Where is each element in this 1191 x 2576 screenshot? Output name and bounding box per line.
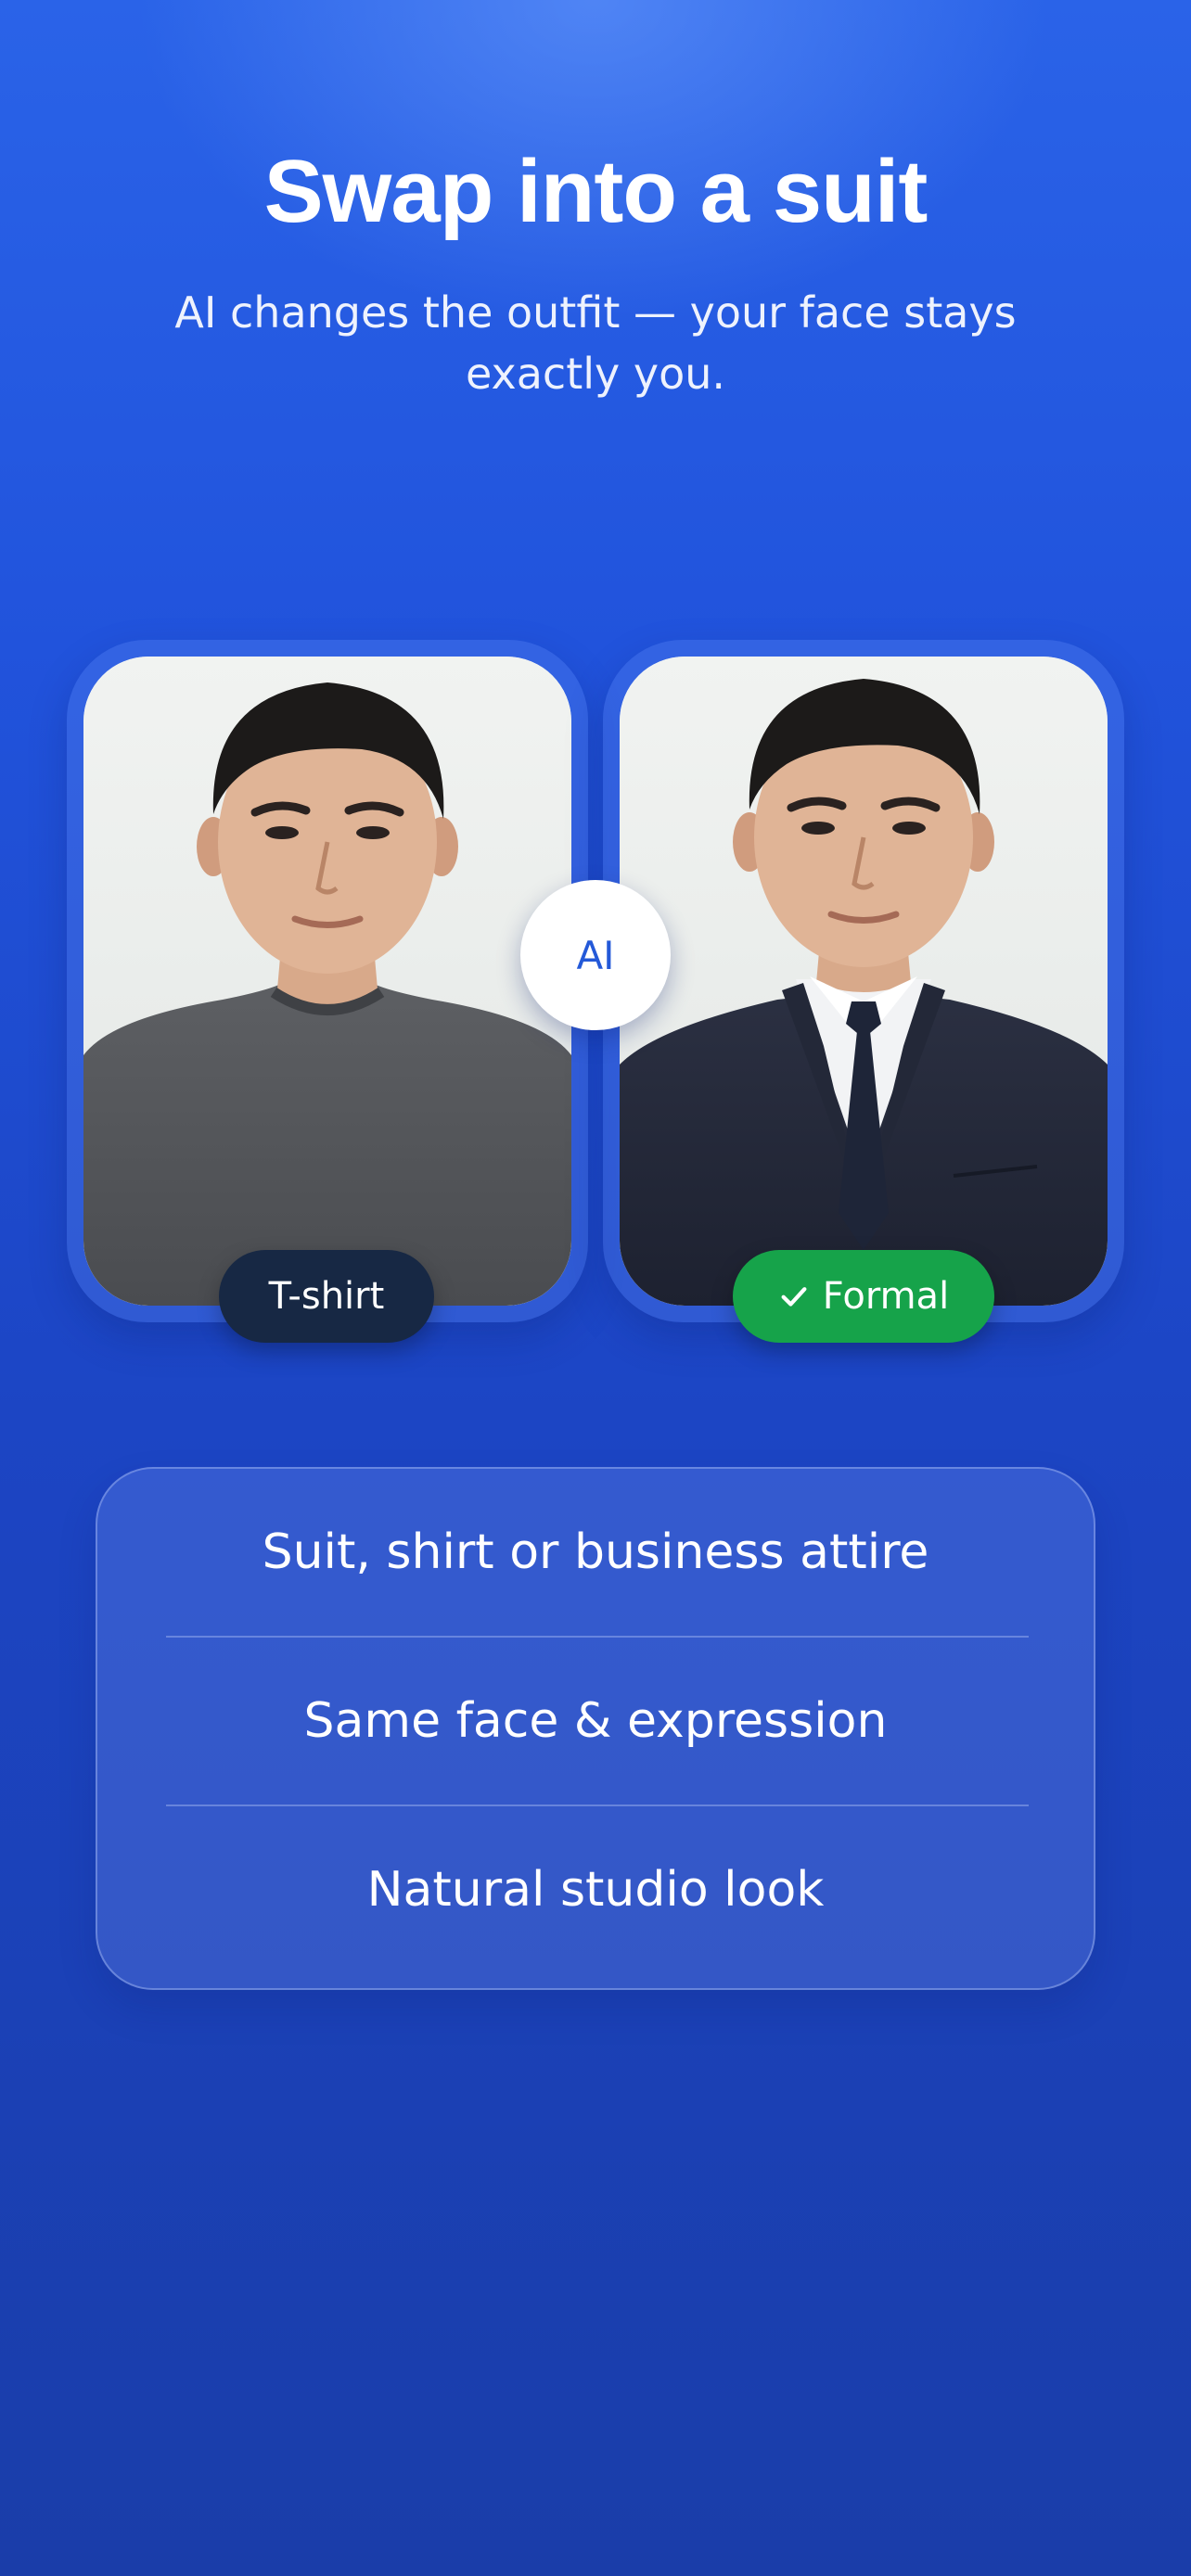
feature-item-studio: Natural studio look: [366, 1862, 825, 1918]
feature-item-attire: Suit, shirt or business attire: [262, 1524, 929, 1580]
feature-item-face: Same face & expression: [303, 1693, 888, 1749]
formal-label-chip: Formal: [733, 1250, 994, 1343]
before-photo: [83, 657, 571, 1306]
portrait-suit-image: [620, 657, 1108, 1306]
page-subtitle: AI changes the outfit — your face stays …: [174, 287, 1017, 399]
ai-badge-label: AI: [576, 932, 615, 978]
portrait-tshirt-image: [83, 657, 571, 1306]
page-title: Swap into a suit: [263, 142, 928, 241]
features-panel: Suit, shirt or business attire Same face…: [96, 1467, 1095, 1990]
ai-badge: AI: [520, 880, 671, 1030]
after-photo: [620, 657, 1108, 1306]
tshirt-label: T-shirt: [268, 1275, 385, 1318]
after-photo-card: [603, 640, 1124, 1322]
formal-label: Formal: [822, 1275, 950, 1318]
before-photo-card: [67, 640, 588, 1322]
checkmark-icon: [778, 1281, 810, 1312]
tshirt-label-chip: T-shirt: [219, 1250, 434, 1343]
